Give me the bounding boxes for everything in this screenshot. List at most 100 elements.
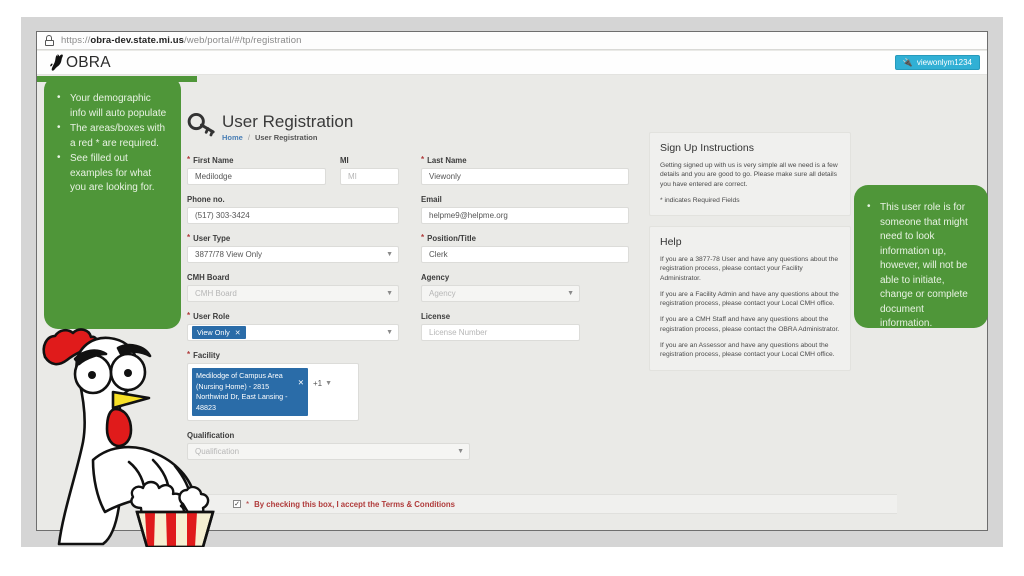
agency-label: Agency [421,273,580,282]
field-position-title: * Position/Title Clerk [421,234,629,263]
breadcrumb: Home / User Registration [222,133,353,142]
user-badge[interactable]: 🔌 viewonlym1234 [894,55,980,70]
help-paragraph: If you are a 3877-78 User and have any q… [660,256,839,282]
michigan-state-icon [50,54,63,71]
facility-overflow[interactable]: +1 ▼ [313,368,332,388]
user-type-label: * User Type [187,234,399,244]
breadcrumb-home[interactable]: Home [222,133,243,142]
label-text: First Name [193,156,234,165]
app-header-bar: OBRA 🔌 viewonlym1234 [37,51,987,75]
user-type-select[interactable]: 3877/78 View Only ▼ [187,246,399,263]
form-row-qualification: Qualification Qualification ▼ [187,431,637,460]
terms-checkbox[interactable]: ✓ [233,500,241,508]
help-paragraph: If you are an Assessor and have any ques… [660,342,835,359]
chicken-with-popcorn-illustration [42,328,215,547]
cmh-board-label: CMH Board [187,273,399,282]
form-row-contact: Phone no. (517) 303-3424 Email helpme9@h… [187,195,637,224]
email-label: Email [421,195,629,204]
callout-left: Your demographic info will auto populate… [44,76,181,329]
help-paragraph: If you are a CMH Staff and have any ques… [660,316,840,333]
first-name-label: * First Name [187,155,326,166]
field-email: Email helpme9@helpme.org [421,195,629,224]
signup-instructions-title: Sign Up Instructions [660,142,754,154]
label-text: Email [421,195,442,204]
last-name-input[interactable]: Viewonly [421,168,629,185]
chevron-down-icon: ▼ [567,290,574,297]
plug-icon: 🔌 [902,57,913,67]
signup-instructions-body: Getting signed up with us is very simple… [660,162,838,188]
cmh-board-value: CMH Board [195,289,237,298]
chevron-down-icon: ▼ [325,380,333,387]
url-text: https://obra-dev.state.mi.us/web/portal/… [61,35,302,46]
callout-left-item: Your demographic info will auto populate [54,91,169,121]
agency-select[interactable]: Agency ▼ [421,285,580,302]
qualification-label: Qualification [187,431,470,440]
terms-label: By checking this box, I accept the Terms… [254,499,456,509]
label-text: Last Name [427,156,467,165]
first-name-input[interactable]: Medilodge [187,168,326,185]
app-logo[interactable]: OBRA [48,53,111,72]
cmh-board-select[interactable]: CMH Board ▼ [187,285,399,302]
field-mi: MI MI [340,156,399,185]
required-marker: * [421,233,425,242]
chevron-down-icon: ▼ [457,448,464,455]
label-text: Position/Title [427,234,476,243]
callout-left-item: The areas/boxes with a red * are require… [54,121,169,151]
field-qualification: Qualification Qualification ▼ [187,431,470,460]
close-icon[interactable]: ✕ [235,329,241,337]
form-row-role: * User Role View Only ✕ ▼ License Licens… [187,312,637,341]
user-badge-username: viewonlym1234 [916,58,972,67]
position-title-input[interactable]: Clerk [421,246,629,263]
phone-input[interactable]: (517) 303-3424 [187,207,399,224]
label-text: User Type [193,234,231,243]
field-first-name: * First Name Medilodge [187,156,326,185]
field-last-name: * Last Name Viewonly [421,156,629,185]
form-row-name: * First Name Medilodge MI MI * Last Name… [187,156,637,185]
form-row-type: * User Type 3877/78 View Only ▼ * Positi… [187,234,637,263]
label-text: Phone no. [187,195,225,204]
qualification-select[interactable]: Qualification ▼ [187,443,470,460]
email-input[interactable]: helpme9@helpme.org [421,207,629,224]
label-text: CMH Board [187,273,230,282]
breadcrumb-separator: / [247,133,250,142]
position-title-label: * Position/Title [421,233,629,244]
chevron-down-icon: ▼ [386,290,393,297]
close-icon[interactable]: ✕ [298,371,304,389]
key-icon [187,112,215,137]
mi-input[interactable]: MI [340,168,399,185]
field-agency: Agency Agency ▼ [421,273,580,302]
required-marker: * [187,155,191,164]
signup-instructions-panel: Sign Up Instructions Getting signed up w… [649,132,851,217]
help-panel: Help If you are a 3877-78 User and have … [649,226,851,371]
screenshot-root: https://obra-dev.state.mi.us/web/portal/… [0,0,1024,576]
app-logo-text: OBRA [66,53,111,71]
chevron-down-icon: ▼ [386,251,393,258]
page-header: User Registration Home / User Registrati… [187,112,353,142]
license-label: License [421,312,580,321]
help-paragraph: If you are a Facility Admin and have any… [660,290,839,308]
browser-url-bar[interactable]: https://obra-dev.state.mi.us/web/portal/… [37,32,987,50]
help-title: Help [660,236,682,248]
license-input[interactable]: License Number [421,324,580,341]
url-domain: obra-dev.state.mi.us [90,35,185,46]
field-cmh-board: CMH Board CMH Board ▼ [187,273,399,302]
agency-value: Agency [429,289,456,298]
field-license: License License Number [421,312,580,341]
lock-icon [44,35,54,46]
form-row-facility: * Facility Medilodge of Campus Area (Nur… [187,351,637,421]
user-type-value: 3877/78 View Only [195,250,263,259]
required-marker: * [421,155,425,164]
field-phone: Phone no. (517) 303-3424 [187,195,399,224]
phone-label: Phone no. [187,195,399,204]
url-prefix: https:// [61,35,91,46]
callout-right-item: This user role is for someone that might… [864,200,976,332]
chevron-down-icon: ▼ [386,329,393,336]
required-marker: * [246,499,250,509]
breadcrumb-current: User Registration [254,133,318,142]
label-text: MI [340,156,349,165]
page-title: User Registration [222,112,354,131]
label-text: License [421,312,451,321]
registration-form: * First Name Medilodge MI MI * Last Name… [187,156,637,470]
signup-required-note: * indicates Required Fields [660,196,740,204]
terms-bar: ✓ * By checking this box, I accept the T… [187,494,897,514]
